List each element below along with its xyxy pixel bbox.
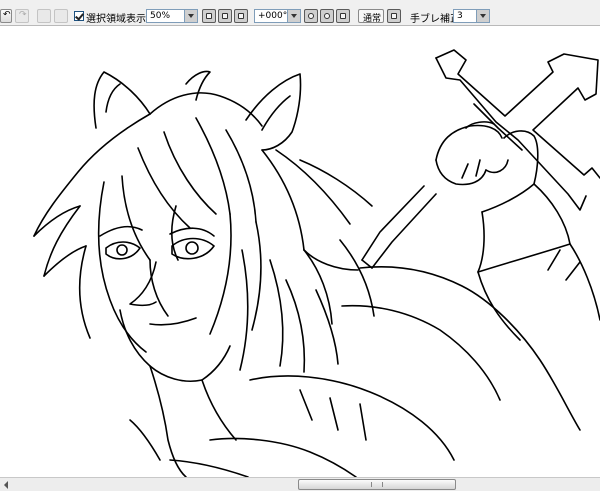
stabilizer-value: 3 — [457, 11, 463, 21]
zoom-in-button[interactable] — [218, 9, 232, 23]
rotate-right-button[interactable] — [320, 9, 334, 23]
rotation-select[interactable]: +000° — [254, 9, 301, 23]
collar-drawing — [129, 365, 237, 477]
ears-drawing — [93, 71, 302, 151]
hand-drawing — [435, 121, 539, 213]
zoom-out-button[interactable] — [202, 9, 216, 23]
undo-icon: ↶ — [3, 10, 11, 20]
scrollbar-thumb[interactable] — [298, 479, 456, 490]
rotation-value: +000° — [258, 11, 288, 21]
flip-button[interactable] — [387, 9, 401, 23]
toolbar: ↶ ↷ 選択領域表示 50% +000° 通常 手ブレ補正 3 — [0, 6, 600, 26]
selection-display-checkbox[interactable] — [74, 11, 84, 21]
drawing-canvas[interactable] — [0, 27, 600, 477]
stabilizer-select[interactable]: 3 — [453, 9, 490, 23]
clear-selection-button[interactable] — [37, 9, 51, 23]
zoom-select[interactable]: 50% — [146, 9, 198, 23]
undo-button[interactable]: ↶ — [0, 9, 12, 23]
chevron-down-icon — [287, 10, 300, 22]
line-art-illustration — [33, 49, 600, 477]
hair-drawing — [33, 70, 375, 373]
reset-rotation-button[interactable] — [336, 9, 350, 23]
zoom-value: 50% — [150, 11, 171, 21]
invert-selection-button[interactable] — [54, 9, 68, 23]
zoom-fit-button[interactable] — [234, 9, 248, 23]
blend-mode-button[interactable]: 通常 — [358, 9, 384, 24]
selection-display-label: 選択領域表示 — [86, 14, 146, 25]
chevron-down-icon — [476, 10, 489, 22]
face-drawing — [99, 225, 231, 382]
redo-icon: ↷ — [19, 10, 27, 20]
horizontal-scrollbar[interactable] — [0, 477, 600, 491]
chevron-down-icon — [184, 10, 197, 22]
scroll-left-icon[interactable] — [0, 478, 13, 491]
body-drawing — [169, 266, 581, 477]
rotate-left-button[interactable] — [304, 9, 318, 23]
blend-mode-label: 通常 — [363, 14, 382, 24]
redo-button[interactable]: ↷ — [15, 9, 29, 23]
cross-drawing — [361, 49, 600, 269]
